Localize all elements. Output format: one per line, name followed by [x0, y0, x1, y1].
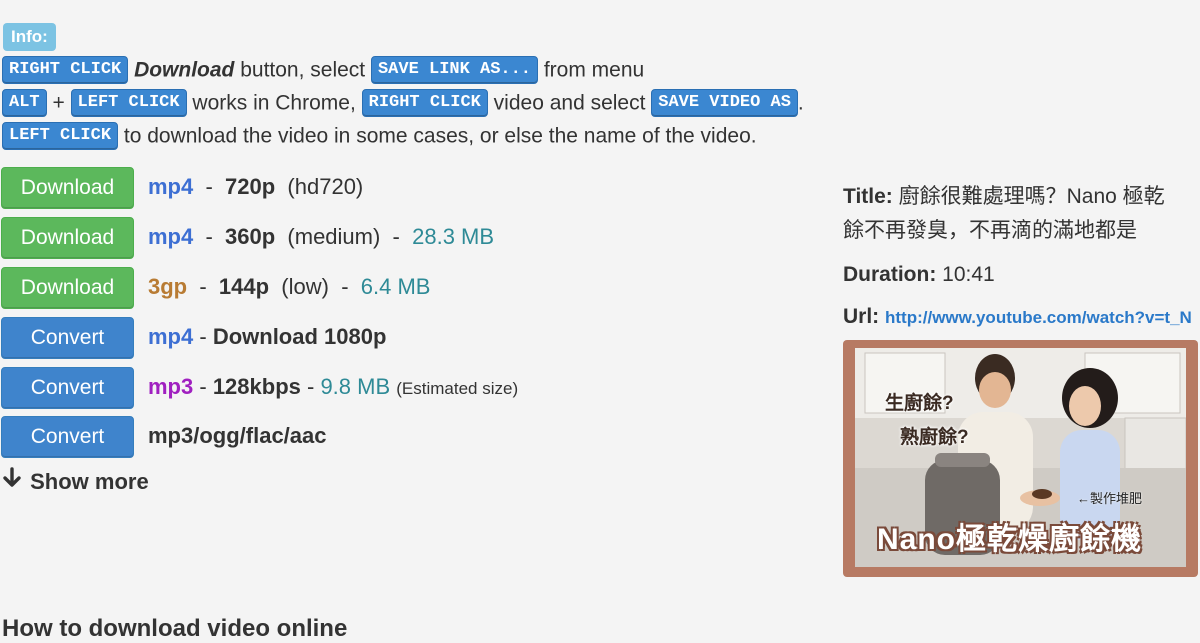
- video-duration: Duration: 10:41: [843, 260, 995, 290]
- duration-value: 10:41: [942, 263, 995, 286]
- key-alt: ALT: [2, 89, 47, 118]
- file-size: 6.4 MB: [360, 274, 431, 299]
- thumb-caption-3: ←製作堆肥: [1077, 491, 1143, 506]
- title-text-line2: 餘不再發臭，不再滴的滿地都是: [843, 219, 1137, 242]
- title-text-line1: 廚餘很難處理嗎？Nano 極乾: [898, 185, 1165, 208]
- format-description: mp4 - Download 1080p: [148, 324, 387, 349]
- key-save-video-as: SAVE VIDEO AS: [651, 89, 798, 118]
- instruction-text: works in Chrome,: [186, 91, 362, 115]
- format-label: mp4: [148, 324, 194, 349]
- file-size: 28.3 MB: [412, 224, 495, 249]
- convert-row: Convert mp3/ogg/flac/aac: [0, 416, 800, 458]
- instruction-text: video and select: [487, 91, 652, 115]
- bitrate-label: 128kbps: [212, 374, 301, 399]
- instruction-line-3: LEFT CLICK to download the video in some…: [2, 121, 757, 151]
- url-label: Url:: [843, 305, 880, 328]
- duration-label: Duration:: [843, 263, 937, 286]
- thumb-caption-2: 熟廚餘?: [900, 427, 969, 448]
- format-description: 3gp - 144p (low) - 6.4 MB: [148, 274, 431, 299]
- quality-label: (medium): [287, 224, 381, 249]
- instruction-line-2: ALT + LEFT CLICK works in Chrome, RIGHT …: [2, 88, 804, 118]
- key-left-click: LEFT CLICK: [70, 89, 187, 118]
- download-emphasis: Download: [134, 58, 235, 82]
- video-url: Url: http://www.youtube.com/watch?v=t_N: [843, 302, 1192, 333]
- convert-button[interactable]: Convert: [1, 367, 134, 409]
- format-label: 3gp: [148, 274, 188, 299]
- format-label: mp3/ogg/flac/aac: [148, 423, 327, 448]
- key-right-click: RIGHT CLICK: [2, 56, 129, 85]
- thumb-caption-1: 生廚餘?: [885, 393, 954, 414]
- plus-text: +: [46, 91, 71, 115]
- convert-label: Download 1080p: [212, 324, 387, 349]
- thumbnail-image: 生廚餘? 熟廚餘? ←製作堆肥 Nano極乾燥廚餘機: [855, 348, 1186, 567]
- format-description: mp3 - 128kbps - 9.8 MB (Estimated size): [148, 374, 519, 399]
- instruction-text: from menu: [538, 58, 645, 82]
- title-label: Title:: [843, 185, 893, 208]
- video-url-link[interactable]: http://www.youtube.com/watch?v=t_N: [885, 308, 1192, 327]
- resolution-label: 720p: [225, 174, 276, 199]
- quality-label: (low): [281, 274, 329, 299]
- resolution-label: 360p: [225, 224, 276, 249]
- thumb-banner: Nano極乾燥廚餘機: [877, 523, 1142, 556]
- key-right-click: RIGHT CLICK: [361, 89, 488, 118]
- instruction-text: .: [797, 91, 804, 115]
- download-button[interactable]: Download: [1, 167, 134, 209]
- instruction-text: button, select: [234, 58, 371, 82]
- download-row: Download 3gp - 144p (low) - 6.4 MB: [0, 267, 800, 309]
- instruction-line-1: RIGHT CLICK Download button, select SAVE…: [2, 55, 644, 85]
- convert-row: Convert mp3 - 128kbps - 9.8 MB (Estimate…: [0, 367, 800, 409]
- key-left-click: LEFT CLICK: [2, 122, 119, 151]
- download-button[interactable]: Download: [1, 267, 134, 309]
- format-label: mp3: [148, 374, 194, 399]
- show-more-link[interactable]: Show more: [2, 467, 149, 497]
- format-description: mp4 - 720p (hd720): [148, 174, 364, 199]
- format-description: mp4 - 360p (medium) - 28.3 MB: [148, 224, 495, 249]
- convert-button[interactable]: Convert: [1, 416, 134, 458]
- quality-label: (hd720): [287, 174, 364, 199]
- show-more-label: Show more: [30, 469, 149, 494]
- download-button[interactable]: Download: [1, 217, 134, 259]
- format-label: mp4: [148, 224, 194, 249]
- section-heading: How to download video online: [2, 615, 348, 642]
- size-note: (Estimated size): [396, 379, 519, 398]
- convert-button[interactable]: Convert: [1, 317, 134, 359]
- convert-row: Convert mp4 - Download 1080p: [0, 317, 800, 359]
- arrow-down-icon: [2, 467, 24, 497]
- format-label: mp4: [148, 174, 194, 199]
- instruction-text: to download the video in some cases, or …: [118, 124, 757, 148]
- download-row: Download mp4 - 720p (hd720): [0, 167, 800, 209]
- video-thumbnail: 生廚餘? 熟廚餘? ←製作堆肥 Nano極乾燥廚餘機: [843, 340, 1198, 577]
- key-save-link-as: SAVE LINK AS...: [370, 56, 539, 85]
- resolution-label: 144p: [218, 274, 270, 299]
- download-row: Download mp4 - 360p (medium) - 28.3 MB: [0, 217, 800, 259]
- info-badge: Info:: [3, 23, 56, 51]
- format-description: mp3/ogg/flac/aac: [148, 416, 327, 456]
- file-size: 9.8 MB: [320, 374, 391, 399]
- video-title: Title: 廚餘很難處理嗎？Nano 極乾 餘不再發臭，不再滴的滿地都是: [843, 180, 1200, 248]
